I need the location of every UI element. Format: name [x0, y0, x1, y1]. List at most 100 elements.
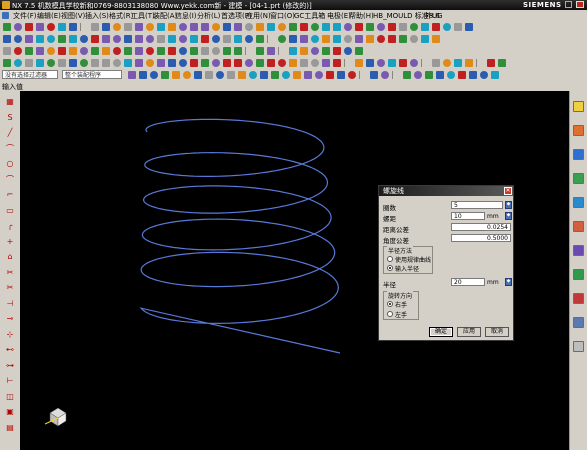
turns-spinner[interactable]: ⯁	[505, 201, 512, 209]
tool-button-icon[interactable]	[172, 71, 180, 79]
tool-button-icon[interactable]	[212, 47, 220, 55]
tool-button-icon[interactable]	[47, 23, 55, 31]
tool-button-icon[interactable]	[300, 59, 308, 67]
tool-button-icon[interactable]	[465, 59, 473, 67]
tool-button-icon[interactable]	[3, 23, 11, 31]
menu-view[interactable]: 视图(V)	[61, 11, 85, 21]
tool-button-icon[interactable]	[161, 71, 169, 79]
tool-button-icon[interactable]	[278, 35, 286, 43]
tool-button-icon[interactable]	[36, 23, 44, 31]
tool-button-icon[interactable]	[179, 47, 187, 55]
tool-button-icon[interactable]	[300, 35, 308, 43]
tool-button-icon[interactable]	[278, 23, 286, 31]
tool-button-icon[interactable]	[69, 47, 77, 55]
tool-button-icon[interactable]	[498, 59, 506, 67]
tool-button-icon[interactable]	[157, 47, 165, 55]
tool-button-icon[interactable]	[14, 59, 22, 67]
menu-icon[interactable]	[2, 12, 9, 19]
tool-button-icon[interactable]	[25, 23, 33, 31]
curve-tool-icon[interactable]: ⊢	[5, 376, 15, 385]
tool-button-icon[interactable]	[322, 47, 330, 55]
menu-tools[interactable]: 工具(T)	[131, 11, 155, 21]
tool-button-icon[interactable]	[227, 71, 235, 79]
angle-tolerance-field[interactable]: 0.5000	[451, 234, 511, 242]
tool-button-icon[interactable]	[69, 59, 77, 67]
resource-tab-icon[interactable]	[573, 317, 584, 328]
tool-button-icon[interactable]	[311, 59, 319, 67]
tool-button-icon[interactable]	[58, 59, 66, 67]
tool-button-icon[interactable]	[333, 47, 341, 55]
tool-button-icon[interactable]	[190, 35, 198, 43]
tool-button-icon[interactable]	[355, 59, 363, 67]
tool-button-icon[interactable]	[201, 47, 209, 55]
tool-button-icon[interactable]	[311, 35, 319, 43]
tool-button-icon[interactable]	[344, 23, 352, 31]
tool-button-icon[interactable]	[58, 47, 66, 55]
tool-button-icon[interactable]	[267, 47, 275, 55]
tool-button-icon[interactable]	[157, 59, 165, 67]
tool-button-icon[interactable]	[425, 71, 433, 79]
tool-button-icon[interactable]	[194, 71, 202, 79]
curve-tool-icon[interactable]: ▤	[5, 423, 15, 432]
tool-button-icon[interactable]	[124, 59, 132, 67]
tool-button-icon[interactable]	[480, 71, 488, 79]
left-hand-radio[interactable]	[387, 311, 393, 317]
resource-tab-icon[interactable]	[573, 269, 584, 280]
tool-button-icon[interactable]	[212, 23, 220, 31]
tool-button-icon[interactable]	[80, 47, 88, 55]
tool-button-icon[interactable]	[377, 35, 385, 43]
tool-button-icon[interactable]	[223, 23, 231, 31]
pitch-spinner[interactable]: ⯁	[505, 212, 512, 220]
menu-window[interactable]: 窗口(O)	[270, 11, 295, 21]
curve-tool-icon[interactable]: ⌒	[5, 144, 15, 153]
curve-tool-icon[interactable]: ⌂	[5, 252, 15, 261]
tool-button-icon[interactable]	[443, 59, 451, 67]
curve-tool-icon[interactable]: ⌐	[5, 190, 15, 199]
tool-button-icon[interactable]	[432, 35, 440, 43]
tool-button-icon[interactable]	[223, 47, 231, 55]
curve-tool-icon[interactable]: +	[5, 237, 15, 246]
tool-button-icon[interactable]	[366, 35, 374, 43]
tool-button-icon[interactable]	[399, 23, 407, 31]
tool-button-icon[interactable]	[348, 71, 356, 79]
tool-button-icon[interactable]	[421, 35, 429, 43]
curve-tool-icon[interactable]: ⊶	[5, 361, 15, 370]
tool-button-icon[interactable]	[47, 59, 55, 67]
tool-button-icon[interactable]	[201, 59, 209, 67]
tool-button-icon[interactable]	[179, 59, 187, 67]
tool-button-icon[interactable]	[344, 35, 352, 43]
tool-button-icon[interactable]	[47, 47, 55, 55]
tool-button-icon[interactable]	[447, 71, 455, 79]
turns-field[interactable]: 5	[451, 201, 503, 209]
menu-analysis[interactable]: 分析(L)	[197, 11, 220, 21]
menu-ug-plugin[interactable]: 外UG	[425, 11, 443, 21]
tool-button-icon[interactable]	[282, 71, 290, 79]
tool-button-icon[interactable]	[381, 71, 389, 79]
tool-button-icon[interactable]	[102, 23, 110, 31]
menu-info[interactable]: 信息(I)	[175, 11, 197, 21]
tool-button-icon[interactable]	[183, 71, 191, 79]
curve-tool-icon[interactable]: ⊷	[5, 345, 15, 354]
tool-button-icon[interactable]	[370, 71, 378, 79]
close-window-button[interactable]	[576, 1, 584, 8]
apply-button[interactable]: 应用	[457, 327, 481, 337]
tool-button-icon[interactable]	[399, 59, 407, 67]
curve-tool-icon[interactable]: ✂	[5, 283, 15, 292]
tool-button-icon[interactable]	[271, 71, 279, 79]
tool-button-icon[interactable]	[315, 71, 323, 79]
menu-electrode[interactable]: 电极(E)	[327, 11, 351, 21]
tool-button-icon[interactable]	[465, 23, 473, 31]
resource-tab-icon[interactable]	[573, 149, 584, 160]
tool-button-icon[interactable]	[135, 47, 143, 55]
tool-button-icon[interactable]	[355, 47, 363, 55]
tool-button-icon[interactable]	[293, 71, 301, 79]
tool-button-icon[interactable]	[150, 71, 158, 79]
tool-button-icon[interactable]	[25, 47, 33, 55]
minimize-button[interactable]	[565, 1, 572, 8]
tool-button-icon[interactable]	[403, 71, 411, 79]
pitch-field[interactable]: 10	[451, 212, 485, 220]
tool-button-icon[interactable]	[146, 47, 154, 55]
menu-application[interactable]: 应用(N)	[246, 11, 271, 21]
distance-tolerance-field[interactable]: 0.0254	[451, 223, 511, 231]
enter-radius-radio[interactable]	[387, 265, 393, 271]
